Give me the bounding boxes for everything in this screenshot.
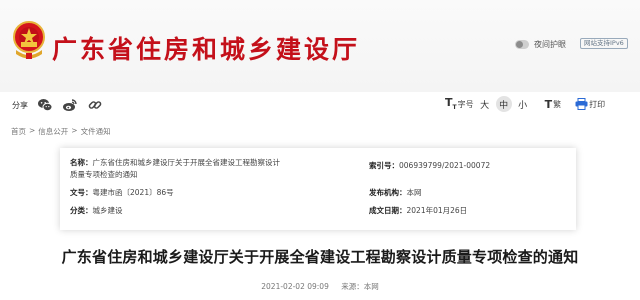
meta-name: 名称：广东省住房和城乡建设厅关于开展全省建设工程勘察设计质量专项检查的通知 (70, 157, 285, 181)
traditional-chinese-icon[interactable]: T (545, 98, 553, 111)
breadcrumb-home[interactable]: 首页 (11, 126, 26, 137)
breadcrumb-info-public[interactable]: 信息公开 (38, 126, 68, 137)
meta-issuer-value: 本网 (406, 188, 422, 197)
link-icon[interactable] (87, 97, 103, 113)
meta-name-label: 名称： (70, 158, 93, 167)
article-source: 来源：本网 (341, 282, 379, 291)
share-label: 分享 (12, 100, 28, 110)
wechat-icon[interactable] (37, 97, 53, 113)
meta-name-value: 广东省住房和城乡建设厅关于开展全省建设工程勘察设计质量专项检查的通知 (70, 158, 280, 179)
meta-docno-label: 文号： (70, 188, 93, 197)
weibo-icon[interactable] (62, 97, 78, 113)
publish-time: 2021-02-02 09:09 (261, 282, 329, 291)
reading-tools: TT 字号 大 中 小 T 繁 打印 (445, 96, 605, 112)
font-size-small-button[interactable]: 小 (515, 96, 531, 112)
ipv6-badge: 网站支持IPv6 (580, 38, 628, 49)
night-mode-label: 夜间护眼 (534, 40, 566, 49)
font-size-large-button[interactable]: 大 (477, 96, 493, 112)
print-label[interactable]: 打印 (589, 99, 605, 110)
night-mode-toggle[interactable]: 夜间护眼 (515, 39, 566, 50)
national-emblem-icon[interactable] (12, 20, 46, 62)
meta-category: 分类：城乡建设 (70, 205, 123, 216)
toggle-switch[interactable] (515, 40, 529, 49)
site-title[interactable]: 广东省住房和城乡建设厅 (52, 30, 360, 66)
meta-docno: 文号：粤建市函〔2021〕86号 (70, 187, 174, 198)
meta-date: 成文日期：2021年01月26日 (369, 205, 467, 216)
meta-index-value: 006939799/2021-00072 (399, 161, 491, 170)
traditional-chinese-label[interactable]: 繁 (553, 99, 561, 110)
breadcrumb-file-notice[interactable]: 文件通知 (81, 126, 111, 137)
meta-issuer: 发布机构：本网 (369, 187, 422, 198)
meta-category-label: 分类： (70, 206, 93, 215)
document-metadata-card: 名称：广东省住房和城乡建设厅关于开展全省建设工程勘察设计质量专项检查的通知 索引… (60, 148, 576, 230)
meta-docno-value: 粤建市函〔2021〕86号 (92, 188, 174, 197)
meta-issuer-label: 发布机构： (369, 188, 407, 197)
meta-date-label: 成文日期： (369, 206, 407, 215)
breadcrumb-separator: > (29, 126, 36, 135)
meta-category-value: 城乡建设 (92, 206, 123, 215)
breadcrumb-separator: > (71, 126, 78, 135)
font-size-label: 字号 (457, 99, 474, 109)
meta-date-value: 2021年01月26日 (406, 206, 468, 215)
meta-index: 索引号：006939799/2021-00072 (369, 160, 490, 171)
article-info: 2021-02-02 09:09 来源：本网 (0, 281, 640, 292)
print-icon[interactable] (575, 98, 588, 110)
breadcrumb: 首页 > 信息公开 > 文件通知 (11, 126, 111, 137)
article-title: 广东省住房和城乡建设厅关于开展全省建设工程勘察设计质量专项检查的通知 (61, 248, 579, 266)
font-size-medium-button[interactable]: 中 (495, 96, 512, 112)
font-size-icon: TT (445, 96, 457, 112)
site-header: 广东省住房和城乡建设厅 夜间护眼 网站支持IPv6 (0, 0, 640, 92)
meta-index-label: 索引号： (369, 161, 399, 170)
share-bar: 分享 (12, 97, 103, 113)
